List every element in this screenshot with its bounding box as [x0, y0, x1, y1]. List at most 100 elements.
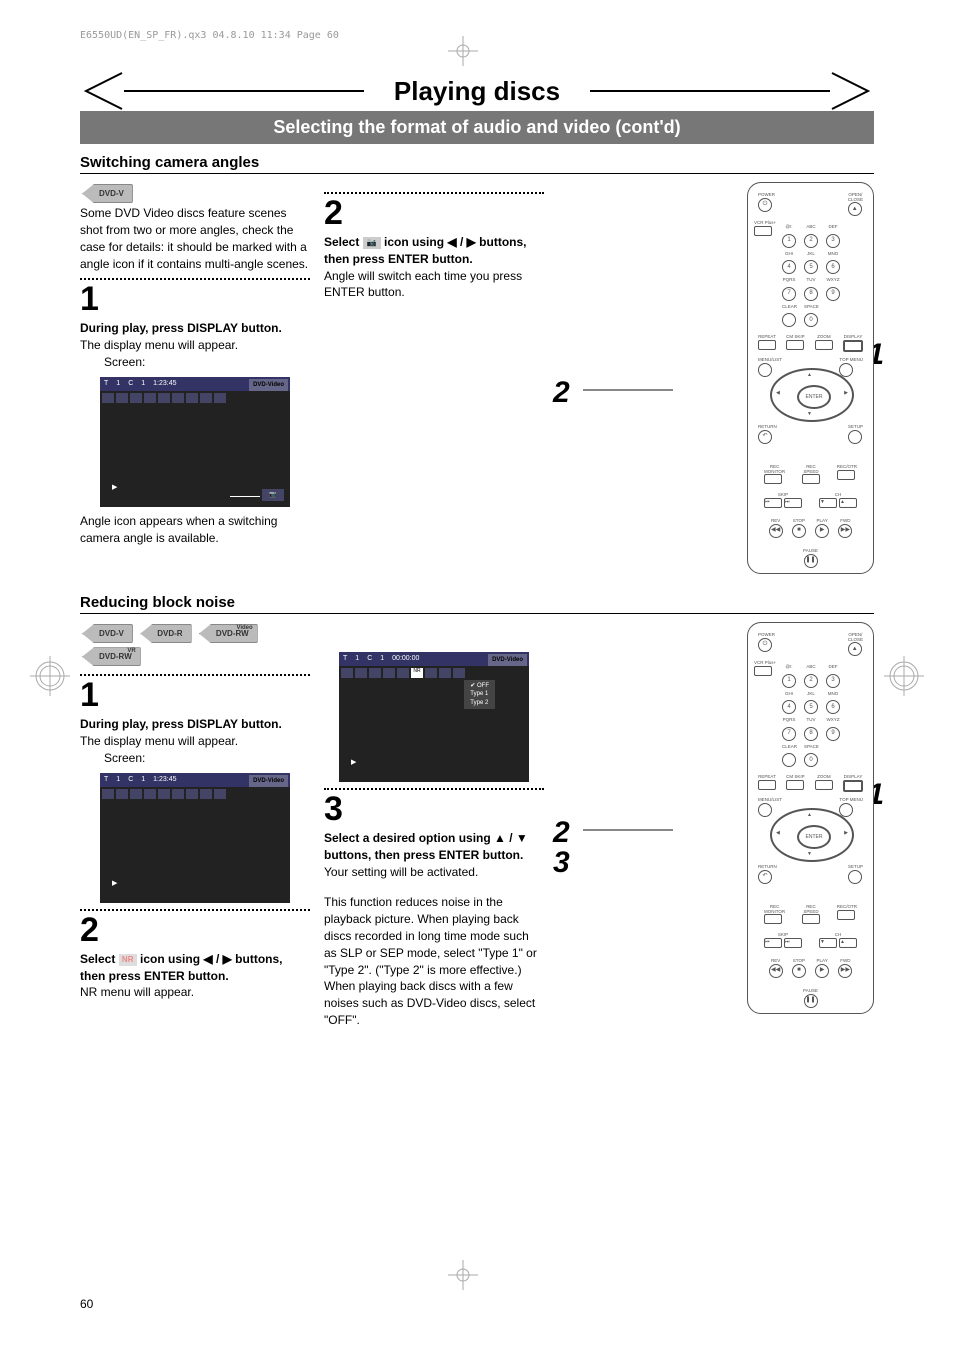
page-number: 60: [80, 1297, 93, 1311]
step1-instruction: During play, press DISPLAY button.: [80, 320, 310, 337]
chapter-title-row: Playing discs: [80, 71, 874, 111]
step2-body: Angle will switch each time you press EN…: [324, 268, 544, 302]
step-number-2: 2: [324, 196, 544, 230]
rec-otr-button: [837, 470, 855, 480]
callout-3: 3: [553, 842, 570, 884]
callout-line: [583, 829, 673, 831]
digit-5: 5: [804, 260, 818, 274]
digit-2: 2: [804, 234, 818, 248]
ch-up: ▲: [839, 498, 857, 508]
remote-control-diagram-2: POWER ⏻ OPEN/ CLOSE ▲ VCR Plus+ @!:ABCDE…: [747, 622, 874, 1014]
badge-dvd-v: DVD-V: [82, 624, 133, 643]
section-reducing-block-noise: Reducing block noise: [80, 594, 874, 614]
section-switching-camera-angles: Switching camera angles: [80, 154, 874, 174]
step-divider: [80, 674, 310, 676]
title-angle-left-icon: [80, 71, 124, 111]
s2-step2-instruction: Select NR icon using ◀ / ▶ buttons, then…: [80, 951, 310, 985]
step-divider: [324, 192, 544, 194]
digit-7: 7: [782, 287, 796, 301]
eject-button: ▲: [848, 202, 862, 216]
navigation-pad: ▲ ▼ ◀ ▶ ENTER: [770, 808, 854, 862]
vcr-plus-button: [754, 226, 772, 236]
step-divider: [80, 909, 310, 911]
digit-0: 0: [804, 313, 818, 327]
digit-9: 9: [826, 287, 840, 301]
cmskip-button: [786, 340, 804, 350]
digit-4: 4: [782, 260, 796, 274]
screen-label: Screen:: [104, 750, 310, 767]
remote-control-diagram: POWER ⏻ OPEN/ CLOSE ▲ VCR Plus+ @!:ABCDE…: [747, 182, 874, 574]
dvd-video-badge: DVD-Video: [249, 775, 288, 787]
disc-badges: DVD-V DVD-R VideoDVD-RW VRDVD-RW: [80, 622, 280, 668]
digit-3: 3: [826, 234, 840, 248]
badge-dvd-rw-video: VideoDVD-RW: [199, 624, 258, 643]
callout-line: [583, 389, 673, 391]
digit-6: 6: [826, 260, 840, 274]
step-number-2: 2: [80, 913, 310, 947]
ch-down: ▼: [819, 498, 837, 508]
power-button: ⏻: [758, 198, 772, 212]
rec-monitor-button: [764, 474, 782, 484]
badge-dvd-rw-vr: VRDVD-RW: [82, 647, 141, 666]
subtitle-bar: Selecting the format of audio and video …: [80, 111, 874, 144]
power-button: ⏻: [758, 638, 772, 652]
screen-label: Screen:: [104, 354, 310, 371]
s2-step3-body: Your setting will be activated.: [324, 864, 544, 881]
display-button: [843, 340, 863, 352]
screen-preview-1: T 1 C 1 1:23:45 DVD-Video ▶ 📷: [100, 377, 290, 507]
step-number-3: 3: [324, 792, 544, 826]
enter-button: ENTER: [797, 825, 831, 849]
dvd-video-badge: DVD-Video: [488, 654, 527, 666]
disc-badges: DVD-V: [80, 182, 310, 205]
crop-mark-left: [30, 656, 70, 696]
zoom-button: [815, 340, 833, 350]
crop-mark-top: [448, 36, 478, 66]
dvd-video-badge: DVD-Video: [249, 379, 288, 391]
rev-button: ◀◀: [769, 524, 783, 538]
play-button: ▶: [815, 524, 829, 538]
nr-submenu: ✔ OFF Type 1 Type 2: [464, 680, 495, 709]
callout-2: 2: [553, 372, 570, 414]
badge-dvd-v: DVD-V: [82, 184, 133, 203]
badge-dvd-r: DVD-R: [140, 624, 191, 643]
navigation-pad: ▲ ▼ ◀ ▶ ENTER: [770, 368, 854, 422]
stop-button: ■: [792, 524, 806, 538]
setup-button: [848, 430, 862, 444]
s2-step2-body: NR menu will appear.: [80, 984, 310, 1001]
vcr-plus-button: [754, 666, 772, 676]
s2-step1-body: The display menu will appear.: [80, 733, 310, 750]
fwd-button: ▶▶: [838, 524, 852, 538]
skip-back: ⏮: [764, 498, 782, 508]
step1-note: Angle icon appears when a switching came…: [80, 513, 310, 547]
eject-button: ▲: [848, 642, 862, 656]
title-angle-right-icon: [830, 71, 874, 111]
nr-icon: NR: [119, 954, 137, 966]
step-divider: [80, 278, 310, 280]
crop-mark-bottom: [448, 1260, 478, 1290]
screen-preview-2: T 1 C 1 1:23:45 DVD-Video ▶: [100, 773, 290, 903]
step1-body: The display menu will appear.: [80, 337, 310, 354]
repeat-button: [758, 340, 776, 350]
step-divider: [324, 788, 544, 790]
camera-angle-icon: 📷: [262, 489, 284, 501]
return-button: ↶: [758, 430, 772, 444]
intro-text: Some DVD Video discs feature scenes shot…: [80, 205, 310, 272]
s2-step1-instruction: During play, press DISPLAY button.: [80, 716, 310, 733]
s2-step3-instruction: Select a desired option using ▲ / ▼ butt…: [324, 830, 544, 864]
skip-fwd: ⏭: [784, 498, 802, 508]
digit-8: 8: [804, 287, 818, 301]
step2-instruction: Select 📷 icon using ◀ / ▶ buttons, then …: [324, 234, 544, 268]
pause-button: ❚❚: [804, 554, 818, 568]
chapter-title: Playing discs: [364, 76, 590, 107]
digit-1: 1: [782, 234, 796, 248]
topmenu-button: [839, 363, 853, 377]
menu-button: [758, 363, 772, 377]
step-number-1: 1: [80, 282, 310, 316]
s2-step3-extra: This function reduces noise in the playb…: [324, 894, 544, 1028]
screen-preview-3: T 1 C 1 00:00:00 DVD-Video NR ✔ OFF Type…: [339, 652, 529, 782]
clear-button: [782, 313, 796, 327]
rec-speed-button: [802, 474, 820, 484]
crop-mark-right: [884, 656, 924, 696]
enter-button: ENTER: [797, 385, 831, 409]
display-button: [843, 780, 863, 792]
